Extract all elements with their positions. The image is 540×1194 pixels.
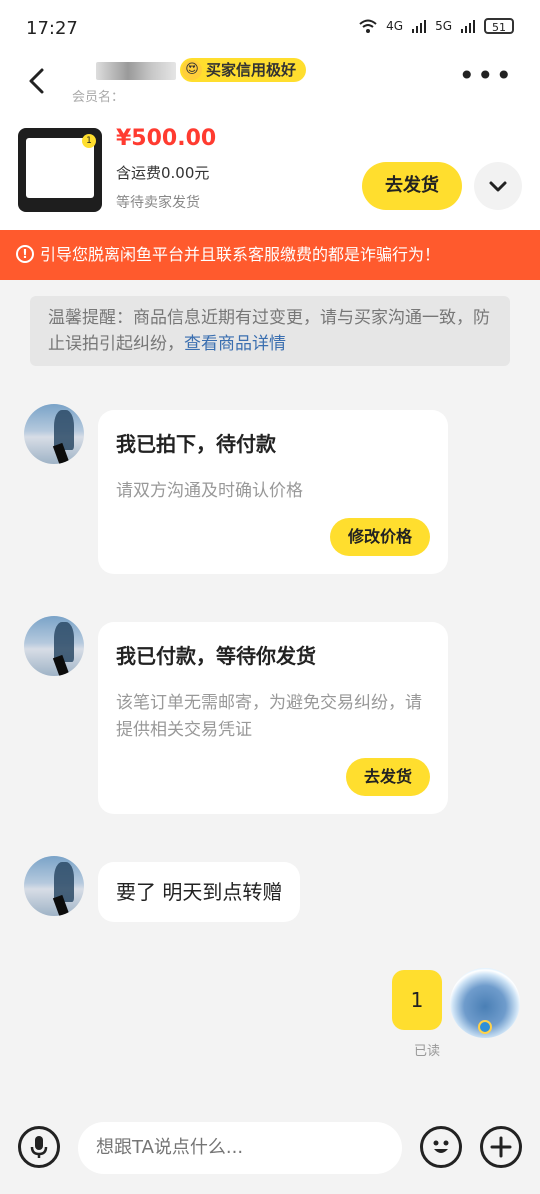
ship-button[interactable]: 去发货 <box>345 758 430 796</box>
message-input[interactable] <box>78 1122 402 1174</box>
expand-button[interactable] <box>474 162 522 210</box>
thumbnail-image <box>26 138 94 198</box>
voice-button[interactable] <box>18 1126 60 1168</box>
message-bubble: 要了 明天到点转赠 <box>98 862 301 922</box>
message-card-paid: 我已付款，等待你发货 该笔订单无需邮寄，为避免交易纠纷，请提供相关交易凭证 去发… <box>98 622 448 814</box>
buyer-avatar[interactable] <box>24 856 84 916</box>
more-options-icon[interactable]: ••• <box>458 62 514 90</box>
card-title: 我已拍下，待付款 <box>116 432 276 456</box>
wifi-icon <box>359 19 377 33</box>
reminder-tip: 温馨提醒：商品信息近期有过变更，请与买家沟通一致，防止误拍引起纠纷，查看商品详情 <box>30 296 510 366</box>
status-indicators: 4G 5G 51 <box>358 18 514 34</box>
chat-header: 😍 买家信用极好 会员名： ••• <box>0 56 540 112</box>
fraud-warning-banner: ! 引导您脱离闲鱼平台并且联系客服缴费的都是诈骗行为！ <box>0 230 540 280</box>
buyer-avatar[interactable] <box>24 404 84 464</box>
read-receipt: 已读 <box>414 1044 441 1059</box>
card-title: 我已付款，等待你发货 <box>116 644 316 668</box>
emoji-button[interactable] <box>420 1126 462 1168</box>
buyer-avatar[interactable] <box>24 616 84 676</box>
plus-icon <box>490 1136 512 1158</box>
signal-icon <box>412 20 427 33</box>
my-avatar[interactable] <box>450 968 520 1038</box>
credit-badge-label: 买家信用极好 <box>206 61 297 79</box>
smiley-icon <box>433 1140 449 1153</box>
input-bar <box>0 1100 540 1194</box>
view-product-details-link[interactable]: 查看商品详情 <box>184 334 286 354</box>
warning-text: 引导您脱离闲鱼平台并且联系客服缴费的都是诈骗行为！ <box>40 245 441 264</box>
product-card[interactable]: 1 ¥500.00 含运费0.00元 等待卖家发货 去发货 <box>0 112 540 230</box>
warning-icon: ! <box>16 245 34 263</box>
order-status: 等待卖家发货 <box>116 195 200 211</box>
card-description: 该笔订单无需邮寄，为避免交易纠纷，请提供相关交易凭证 <box>116 693 422 740</box>
add-button[interactable] <box>480 1126 522 1168</box>
card-description: 请双方沟通及时确认价格 <box>116 481 303 501</box>
credit-badge: 😍 买家信用极好 <box>180 58 307 82</box>
status-time: 17:27 <box>26 18 78 39</box>
status-bar: 17:27 4G 5G 51 <box>0 0 540 56</box>
signal-icon <box>461 20 475 33</box>
ship-button[interactable]: 去发货 <box>362 162 462 210</box>
chevron-down-icon <box>489 181 507 192</box>
product-price: ¥500.00 <box>116 126 217 151</box>
back-arrow-icon[interactable] <box>22 66 52 96</box>
modify-price-button[interactable]: 修改价格 <box>329 518 430 556</box>
avatar-gem <box>478 1020 492 1034</box>
heart-eyes-emoji-icon: 😍 <box>182 60 202 80</box>
shipping-fee: 含运费0.00元 <box>116 164 210 182</box>
message-card-order-placed: 我已拍下，待付款 请双方沟通及时确认价格 修改价格 <box>98 410 448 574</box>
thumbnail-badge: 1 <box>82 134 96 148</box>
my-message-bubble: 1 <box>392 970 442 1030</box>
product-thumbnail[interactable]: 1 <box>18 128 102 212</box>
network-4g-label: 4G <box>386 19 404 33</box>
microphone-icon <box>30 1136 48 1158</box>
blurred-nickname <box>96 62 176 80</box>
network-5g-label: 5G <box>435 19 452 33</box>
member-name-label: 会员名： <box>72 90 125 105</box>
battery-indicator: 51 <box>484 18 514 34</box>
